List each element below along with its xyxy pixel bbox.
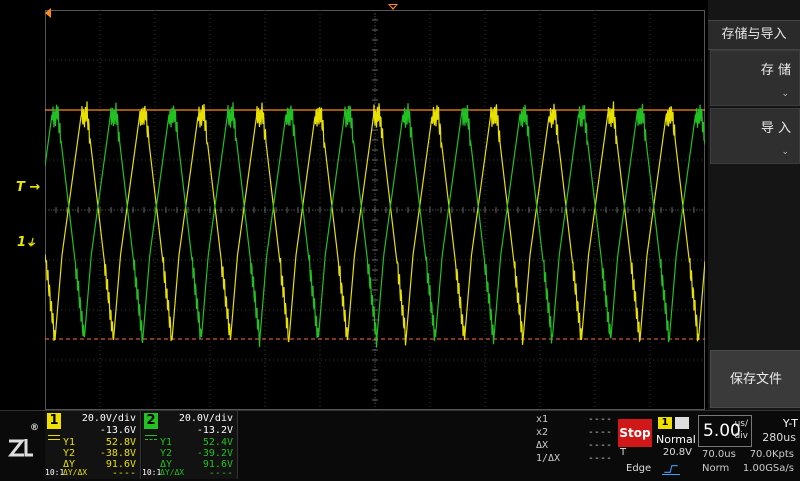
ch2-dydx: ----: [208, 468, 233, 479]
registered-mark: ®: [30, 423, 39, 433]
ch1-ground-marker[interactable]: 1⏚: [17, 234, 36, 250]
ch2-badge[interactable]: 2: [144, 413, 158, 429]
menu-title: 存储与导入: [708, 20, 800, 50]
ch2-vdiv: 20.0V/div: [178, 413, 233, 424]
horizontal-delay: 280us: [762, 431, 796, 444]
dx-label: ΔX: [536, 440, 549, 451]
side-menu: 存储与导入 存 储 ⌄ 导 入 ⌄ 保存文件: [708, 0, 800, 410]
ch1-y1: 52.8V: [105, 437, 136, 448]
horizontal-position-arrow-icon: [45, 8, 51, 18]
ch2-y1: 52.4V: [202, 437, 233, 448]
ch1-info-panel[interactable]: 1 20.0V/div -13.6V Y1 52.8V Y2 -38.8V ΔY…: [45, 411, 141, 479]
ch2-y2-label: Y2: [160, 448, 173, 459]
trigger-level-value: 20.8V: [662, 447, 692, 458]
acquisition-info-row: Norm 1.00GSa/s: [700, 463, 798, 476]
status-bar: ® 1 20.0V/div -13.6V Y1 52.8V Y2 -38.8V …: [0, 410, 800, 481]
trigger-level-row[interactable]: T 20.8V: [618, 447, 694, 461]
x1-value: ----: [587, 414, 612, 425]
horizontal-info-row: 70.0us 70.0Kpts: [700, 449, 798, 462]
trigger-position-marker-icon[interactable]: [388, 4, 398, 10]
cursor-measurements[interactable]: x1 ---- x2 ---- ΔX ---- 1/ΔX ----: [536, 413, 614, 479]
ch1-offset: -13.6V: [99, 425, 136, 436]
trigger-state-icon: [675, 417, 689, 429]
trigger-mode-panel[interactable]: 1 Normal: [654, 415, 696, 449]
logo-mark-icon: [7, 439, 33, 457]
inv-dx-label: 1/ΔX: [536, 453, 561, 464]
trigger-level-marker[interactable]: T →: [16, 180, 40, 195]
ch1-vdiv: 20.0V/div: [81, 413, 136, 424]
trigger-source-badge: 1: [658, 417, 672, 429]
ch1-dydx: ----: [111, 468, 136, 479]
trigger-mode: Normal: [656, 433, 696, 446]
ch2-info-panel[interactable]: 2 20.0V/div -13.2V Y1 52.4V Y2 -39.2V ΔY…: [142, 411, 238, 479]
waveform-traces: [45, 101, 705, 348]
timebase-knob-display[interactable]: 5.00 us/ div: [698, 415, 752, 447]
waveform-display[interactable]: [45, 10, 705, 410]
ch1-y2-label: Y2: [63, 448, 76, 459]
inv-dx-value: ----: [587, 453, 612, 464]
dc-coupling-icon: [144, 433, 158, 445]
timebase-unit-bottom: div: [734, 431, 748, 441]
dx-row: ΔX ----: [536, 439, 614, 452]
dx-value: ----: [587, 440, 612, 451]
chevron-down-icon: ⌄: [781, 89, 789, 99]
trigger-type: Edge: [626, 463, 652, 474]
sample-rate: 1.00GSa/s: [742, 463, 794, 474]
ch1-trace: [45, 101, 705, 346]
store-label: 存 储: [760, 63, 791, 78]
ch1-y2: -38.8V: [99, 448, 136, 459]
memory-depth: 70.0Kpts: [749, 449, 794, 460]
ch1-probe: 10:1: [45, 468, 65, 477]
store-button[interactable]: 存 储 ⌄: [710, 50, 800, 106]
display-mode[interactable]: Y-T: [754, 417, 798, 430]
ch2-offset: -13.2V: [196, 425, 233, 436]
save-file-button[interactable]: 保存文件: [710, 350, 800, 408]
x1-row: x1 ----: [536, 413, 614, 426]
import-label: 导 入: [760, 121, 791, 136]
zlg-logo: ®: [6, 423, 42, 467]
dc-coupling-icon: [47, 433, 61, 445]
x1-label: x1: [536, 414, 549, 425]
inv-dx-row: 1/ΔX ----: [536, 452, 614, 465]
ch2-trace: [45, 102, 705, 348]
horizontal-position: 70.0us: [702, 449, 736, 460]
run-stop-button[interactable]: Stop: [618, 419, 652, 447]
trigger-type-row[interactable]: Edge: [618, 461, 694, 477]
ch1-badge[interactable]: 1: [47, 413, 61, 429]
ch1-y1-label: Y1: [63, 437, 76, 448]
chevron-down-icon: ⌄: [781, 147, 789, 157]
trigger-level-label: T: [620, 447, 627, 458]
import-button[interactable]: 导 入 ⌄: [710, 108, 800, 164]
ch2-y2: -39.2V: [196, 448, 233, 459]
rising-edge-icon: [662, 465, 680, 475]
timebase-unit-top: us/: [734, 419, 748, 429]
ch2-dydx-label: ΔY/ΔX: [160, 468, 185, 477]
acquisition-mode: Norm: [702, 463, 730, 474]
x2-row: x2 ----: [536, 426, 614, 439]
ch2-probe: 10:1: [142, 468, 162, 477]
x2-value: ----: [587, 427, 612, 438]
x2-label: x2: [536, 427, 549, 438]
ch2-y1-label: Y1: [160, 437, 173, 448]
ch1-dydx-label: ΔY/ΔX: [63, 468, 88, 477]
